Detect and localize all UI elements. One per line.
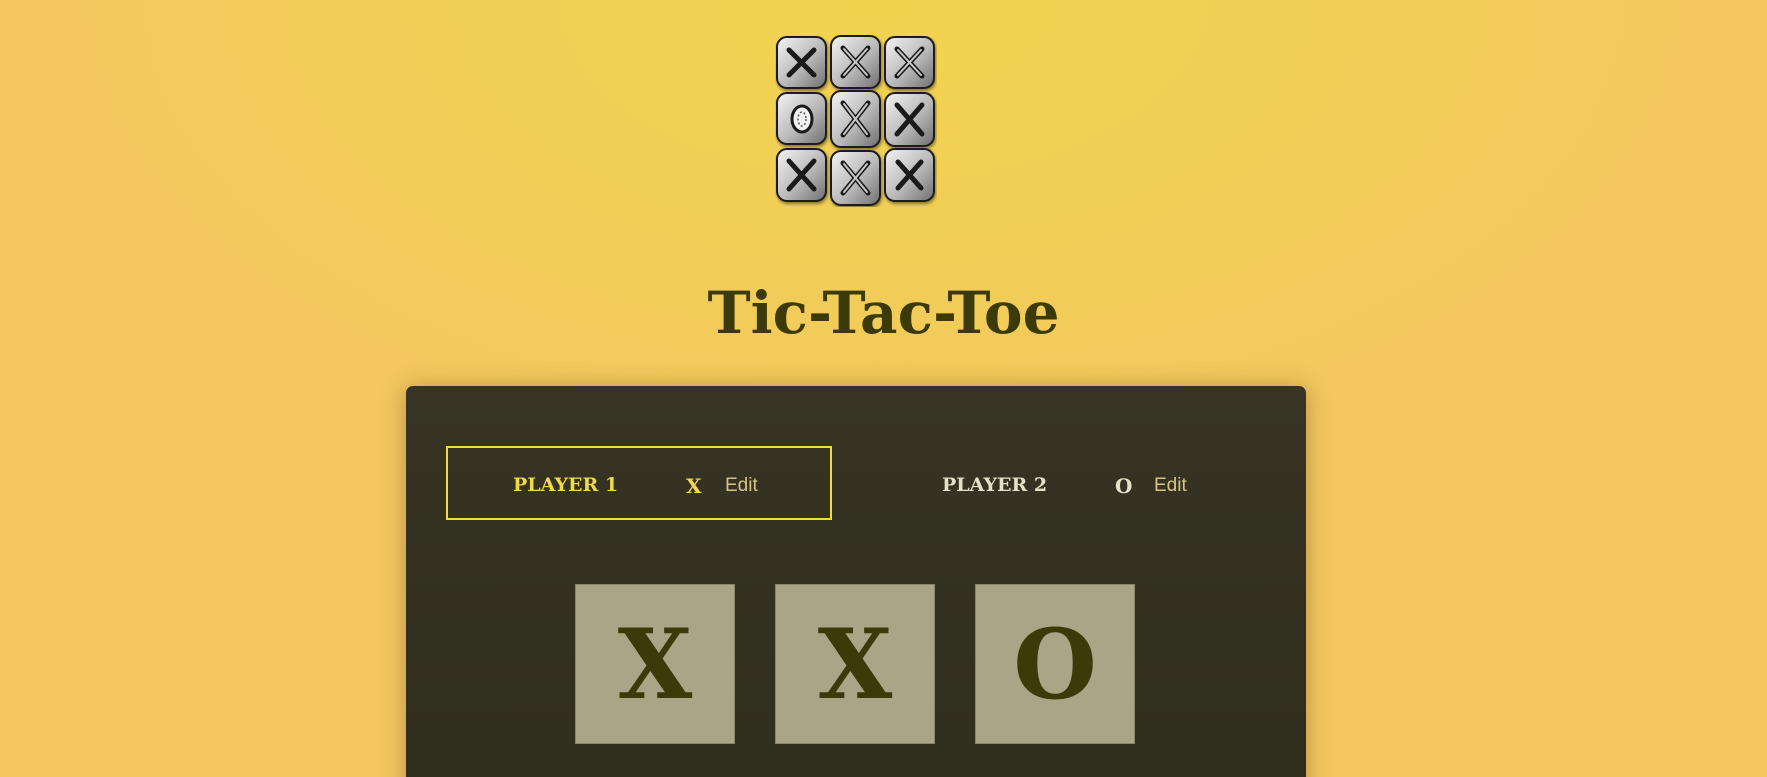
player-1-name: PLAYER 1 — [513, 474, 619, 496]
page-title: Tic-Tac-Toe — [707, 278, 1060, 347]
board-cell-2[interactable]: X — [775, 584, 935, 744]
player-1-edit-button[interactable]: Edit — [725, 475, 758, 497]
player-2-symbol: O — [1115, 474, 1133, 498]
board-cell-1[interactable]: X — [575, 584, 735, 744]
player-1-symbol: X — [686, 474, 702, 498]
player-2-name: PLAYER 2 — [942, 474, 1048, 496]
player-2-card: PLAYER 2 O Edit — [875, 446, 1261, 520]
tic-tac-toe-logo-icon — [776, 35, 935, 206]
game-panel: PLAYER 1 X Edit PLAYER 2 O Edit X X O — [406, 386, 1306, 777]
player-2-edit-button[interactable]: Edit — [1154, 475, 1187, 497]
board-cell-3[interactable]: O — [975, 584, 1135, 744]
player-1-card: PLAYER 1 X Edit — [446, 446, 832, 520]
